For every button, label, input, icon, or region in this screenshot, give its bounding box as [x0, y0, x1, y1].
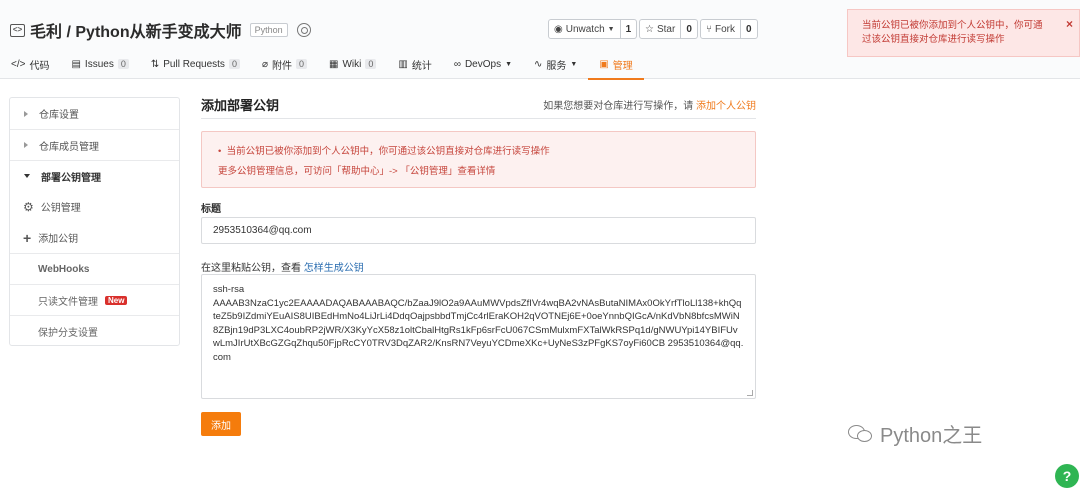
- tab-attachments[interactable]: ⌀ 附件 0: [251, 49, 318, 79]
- tab-issues[interactable]: ▤ Issues 0: [60, 49, 139, 79]
- fork-count[interactable]: 0: [741, 20, 757, 38]
- recommend-badge-icon[interactable]: [296, 23, 311, 37]
- key-notice: • 当前公钥已被你添加到个人公钥中，你可通过该公钥直接对仓库进行读写操作 更多公…: [201, 131, 756, 188]
- key-text: ssh-rsa AAAAB3NzaC1yc2EAAAADAQABAAABAQC/…: [213, 284, 744, 363]
- tab-pull-requests[interactable]: ⇅ Pull Requests 0: [140, 49, 251, 79]
- tab-manage[interactable]: ▣ 管理: [588, 49, 645, 80]
- wechat-icon: [848, 424, 874, 444]
- issues-icon: ▤: [71, 58, 81, 70]
- new-badge: New: [105, 295, 128, 305]
- tab-wiki[interactable]: ▦ Wiki 0: [318, 49, 387, 79]
- sidebar-item-add-key[interactable]: + 添加公钥: [10, 222, 179, 253]
- success-toast: 当前公钥已被你添加到个人公钥中，你可通过该公钥直接对仓库进行读写操作 ×: [847, 9, 1080, 57]
- resize-handle[interactable]: [747, 390, 753, 396]
- fork-group: ⑂ Fork 0: [700, 19, 758, 39]
- help-button[interactable]: ?: [1055, 464, 1079, 488]
- chevron-down-icon: ▼: [607, 25, 615, 33]
- caret-right-icon: [24, 110, 28, 117]
- pull-request-icon: ⇅: [150, 58, 160, 70]
- notice-line-1: • 当前公钥已被你添加到个人公钥中，你可通过该公钥直接对仓库进行读写操作: [218, 146, 550, 157]
- settings-sidebar: 仓库设置 仓库成员管理 部署公钥管理 ⚙ 公钥管理 + 添加公钥 WebHook…: [9, 97, 180, 346]
- unwatch-button[interactable]: ◉ Unwatch ▼: [549, 20, 621, 38]
- sidebar-item-members[interactable]: 仓库成员管理: [10, 129, 179, 160]
- sidebar-item-webhooks[interactable]: WebHooks: [10, 253, 179, 284]
- how-to-generate-key-link[interactable]: 怎样生成公钥: [304, 263, 364, 274]
- plus-icon: +: [23, 229, 32, 246]
- sidebar-item-repo-settings[interactable]: 仓库设置: [10, 98, 179, 129]
- tab-devops[interactable]: ∞ DevOps ▼: [443, 49, 523, 79]
- personal-key-hint: 如果您想要对仓库进行写操作，请 添加个人公钥: [543, 101, 756, 112]
- sidebar-item-readonly-files[interactable]: 只读文件管理 New: [10, 284, 179, 315]
- stats-icon: ▥: [398, 58, 408, 70]
- repo-code-icon: <>: [10, 23, 25, 37]
- add-key-button[interactable]: 添加: [201, 412, 241, 436]
- page-title: 添加部署公钥: [201, 98, 280, 113]
- attachment-icon: ⌀: [261, 58, 268, 70]
- title-field-label: 标题: [201, 204, 221, 215]
- watch-count[interactable]: 1: [621, 20, 637, 38]
- caret-right-icon: [24, 142, 28, 148]
- title-input[interactable]: 2953510364@qq.com: [201, 217, 756, 244]
- language-tag[interactable]: Python: [249, 23, 288, 37]
- toast-message: 当前公钥已被你添加到个人公钥中，你可通过该公钥直接对仓库进行读写操作: [862, 20, 1043, 45]
- fork-button[interactable]: ⑂ Fork: [701, 20, 741, 38]
- devops-icon: ∞: [453, 58, 461, 70]
- star-group: ☆ Star 0: [639, 19, 698, 39]
- gear-icon: ⚙: [23, 199, 34, 214]
- star-count[interactable]: 0: [681, 20, 697, 38]
- chevron-down-icon: ▼: [570, 60, 578, 68]
- watch-group: ◉ Unwatch ▼ 1: [548, 19, 638, 39]
- close-icon[interactable]: ×: [1066, 17, 1073, 31]
- tab-code[interactable]: </> 代码: [0, 49, 60, 79]
- sidebar-item-protected-branches[interactable]: 保护分支设置: [10, 315, 179, 346]
- service-icon: ∿: [534, 58, 543, 70]
- watermark: Python之王: [848, 419, 982, 448]
- star-button[interactable]: ☆ Star: [640, 20, 682, 38]
- fork-icon: ⑂: [706, 23, 712, 35]
- repo-title: <> 毛利 / Python从新手变成大师 Python: [10, 18, 311, 42]
- tab-stats[interactable]: ▥ 统计: [387, 49, 442, 79]
- code-icon: </>: [11, 58, 26, 70]
- wiki-icon: ▦: [329, 58, 339, 70]
- tab-service[interactable]: ∿ 服务 ▼: [523, 49, 588, 79]
- sidebar-item-deploy-keys[interactable]: 部署公钥管理: [10, 160, 179, 191]
- add-personal-key-link[interactable]: 添加个人公钥: [696, 101, 756, 112]
- watermark-text: Python之王: [880, 425, 983, 447]
- title-divider: [201, 118, 756, 119]
- caret-down-icon: [24, 174, 30, 178]
- chevron-down-icon: ▼: [505, 60, 513, 68]
- repo-owner-link[interactable]: 毛利 / Python从新手变成大师: [30, 18, 242, 42]
- sidebar-item-key-manage[interactable]: ⚙ 公钥管理: [10, 191, 179, 222]
- key-field-label: 在这里粘贴公钥，查看 怎样生成公钥: [201, 263, 364, 274]
- eye-icon: ◉: [554, 23, 563, 35]
- repo-nav: </> 代码 ▤ Issues 0 ⇅ Pull Requests 0 ⌀ 附件 0 ▦ Wik…: [0, 49, 645, 80]
- manage-icon: ▣: [599, 58, 609, 70]
- public-key-textarea[interactable]: ssh-rsa AAAAB3NzaC1yc2EAAAADAQABAAABAQC/…: [201, 274, 756, 399]
- notice-line-2: 更多公钥管理信息，可访问「帮助中心」-> 「公钥管理」查看详情: [218, 166, 496, 177]
- star-icon: ☆: [645, 23, 654, 35]
